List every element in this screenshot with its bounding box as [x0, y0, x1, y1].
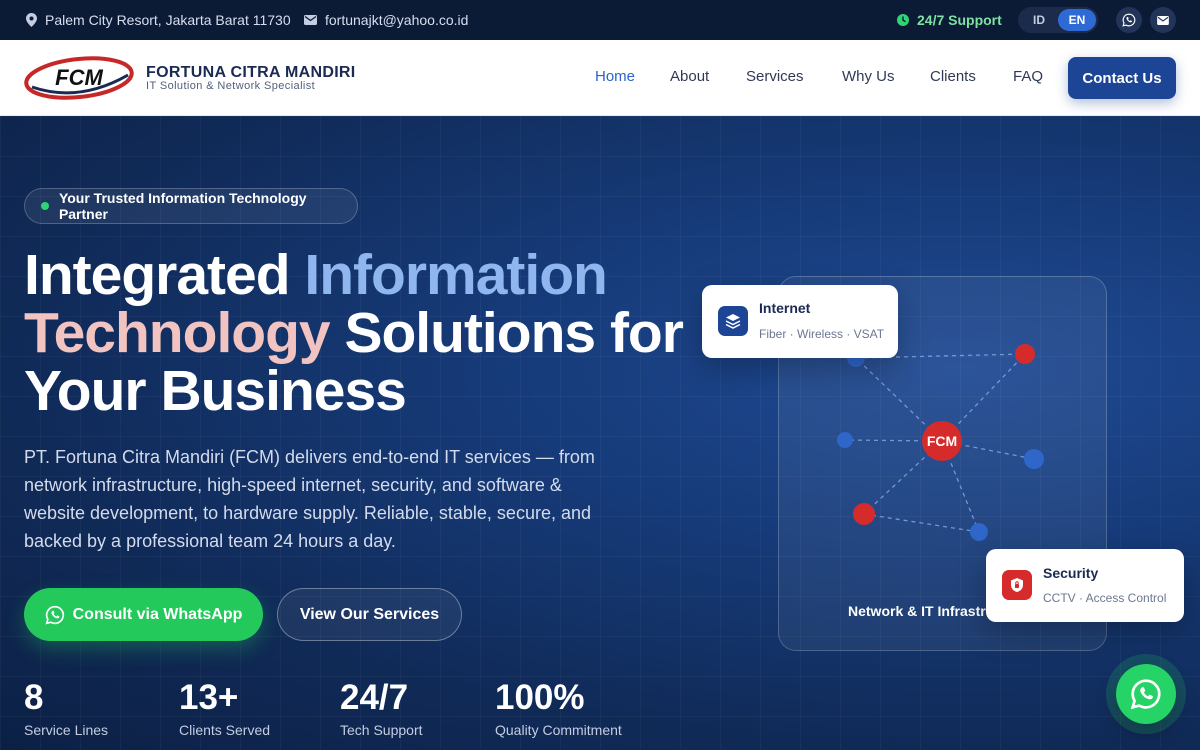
svg-text:FCM: FCM: [55, 65, 103, 90]
clock-icon: [897, 14, 909, 26]
stat-value: 8: [24, 678, 44, 717]
stat-quality: 100% Quality Commitment: [495, 678, 622, 738]
brand-tagline: IT Solution & Network Specialist: [146, 80, 316, 92]
lang-id-button[interactable]: ID: [1020, 9, 1058, 31]
network-node: [853, 503, 875, 525]
nav-why-us[interactable]: Why Us: [842, 68, 895, 85]
hero-description: PT. Fortuna Citra Mandiri (FCM) delivers…: [24, 447, 595, 551]
language-switcher[interactable]: ID EN: [1018, 7, 1098, 33]
fcm-logo[interactable]: FCM: [24, 55, 134, 101]
status-dot: [41, 202, 49, 210]
contact-us-button[interactable]: Contact Us: [1068, 57, 1176, 99]
network-node: [1015, 344, 1035, 364]
whatsapp-icon: [1122, 13, 1136, 27]
top-bar: Palem City Resort, Jakarta Barat 11730 f…: [0, 0, 1200, 40]
stat-value: 13+: [179, 678, 239, 717]
security-subtitle: CCTV · Access Control: [1043, 591, 1167, 605]
address-item: Palem City Resort, Jakarta Barat 11730: [26, 0, 291, 40]
trusted-partner-badge: Your Trusted Information Technology Part…: [24, 188, 358, 224]
headline-part: Integrated: [24, 243, 305, 307]
mail-icon: [304, 15, 317, 25]
security-card: Security CCTV · Access Control: [986, 549, 1184, 622]
whatsapp-icon: [45, 605, 64, 625]
stat-label: Clients Served: [179, 722, 271, 738]
consult-whatsapp-button[interactable]: Consult via WhatsApp: [24, 588, 263, 641]
network-node: [1024, 449, 1044, 469]
floating-whatsapp-button[interactable]: [1116, 664, 1176, 724]
stat-value: 100%: [495, 678, 585, 717]
nav-about[interactable]: About: [670, 68, 709, 85]
mail-top-button[interactable]: [1150, 7, 1176, 33]
support-text: 24/7 Support: [917, 12, 1002, 28]
stat-clients-served: 13+ Clients Served: [179, 678, 270, 738]
shield-icon: [1002, 570, 1032, 600]
nav-clients[interactable]: Clients: [930, 68, 976, 85]
headline-part: Your Business: [24, 359, 407, 423]
mail-icon: [1157, 15, 1169, 25]
stat-value: 24/7: [340, 678, 409, 717]
nav-services[interactable]: Services: [746, 68, 804, 85]
address-text: Palem City Resort, Jakarta Barat 11730: [45, 12, 291, 28]
navbar: FCM FORTUNA CITRA MANDIRI IT Solution & …: [0, 40, 1200, 116]
internet-title: Internet: [759, 300, 811, 316]
whatsapp-top-button[interactable]: [1116, 7, 1142, 33]
view-services-button[interactable]: View Our Services: [277, 588, 462, 641]
whatsapp-icon: [1130, 679, 1161, 710]
stat-label: Service Lines: [24, 722, 109, 738]
hub-label: FCM: [927, 433, 957, 449]
badge-text: Your Trusted Information Technology Part…: [58, 190, 307, 222]
stat-tech-support: 24/7 Tech Support: [340, 678, 423, 738]
hero-section: Your Trusted Information Technology Part…: [0, 116, 1200, 750]
layers-icon: [718, 306, 748, 336]
network-node: [837, 432, 853, 448]
support-item: 24/7 Support: [897, 0, 1002, 40]
email-item[interactable]: fortunajkt@yahoo.co.id: [304, 0, 468, 40]
internet-card: Internet Fiber · Wireless · VSAT: [702, 285, 898, 358]
email-text: fortunajkt@yahoo.co.id: [325, 12, 469, 28]
nav-faq[interactable]: FAQ: [1013, 68, 1043, 85]
location-icon: [26, 13, 37, 27]
security-title: Security: [1043, 565, 1099, 581]
consult-whatsapp-label: Consult via WhatsApp: [72, 605, 243, 623]
headline-highlight-pink: Technology: [24, 301, 331, 365]
internet-subtitle: Fiber · Wireless · VSAT: [759, 327, 885, 341]
stat-label: Tech Support: [340, 722, 423, 738]
lang-en-button[interactable]: EN: [1058, 9, 1096, 31]
network-node: [970, 523, 988, 541]
stat-service-lines: 8 Service Lines: [24, 678, 108, 738]
headline-highlight-blue: Information: [304, 243, 607, 307]
stat-label: Quality Commitment: [495, 722, 622, 738]
nav-home[interactable]: Home: [595, 68, 635, 85]
headline-part: Solutions for: [329, 301, 683, 365]
hero-headline: Integrated Information Technology Soluti…: [24, 246, 704, 420]
